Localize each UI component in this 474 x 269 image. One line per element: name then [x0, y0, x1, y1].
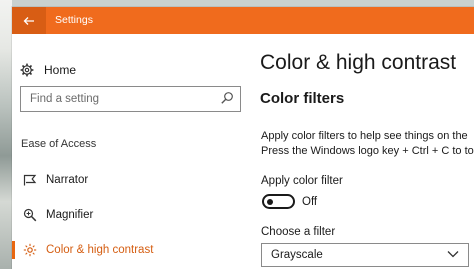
section-title: Color filters — [260, 90, 345, 107]
filter-dropdown[interactable]: Grayscale — [261, 243, 469, 267]
magnifier-icon — [12, 208, 46, 222]
content-pane: Color & high contrast Color filters Appl… — [248, 34, 474, 269]
desktop-wallpaper — [0, 0, 12, 269]
search-box[interactable] — [20, 86, 241, 112]
description-line: Press the Windows logo key + Ctrl + C to… — [261, 144, 474, 157]
sidebar-item-label: Magnifier — [46, 209, 94, 221]
back-arrow-icon — [23, 16, 34, 25]
gear-icon — [20, 63, 34, 77]
search-input[interactable] — [21, 87, 211, 110]
home-label: Home — [44, 63, 77, 77]
page-title: Color & high contrast — [260, 51, 457, 74]
chevron-down-icon — [447, 251, 459, 258]
section-heading: Ease of Access — [21, 138, 97, 150]
toggle-knob — [267, 198, 273, 205]
window-title: Settings — [55, 14, 93, 26]
apply-filter-label: Apply color filter — [261, 175, 343, 187]
navigation-pane: Home Ease of Access Narrator — [12, 34, 248, 269]
sidebar-item-color-high-contrast[interactable]: Color & high contrast — [12, 238, 248, 262]
settings-window: Settings Home Ease of Access — [12, 7, 474, 269]
description-line: Apply color filters to help see things o… — [261, 130, 468, 142]
narrator-icon — [12, 174, 46, 187]
description-text: Apply color filters to help see things o… — [261, 129, 474, 158]
home-nav-item[interactable]: Home — [20, 60, 76, 80]
sidebar-item-narrator[interactable]: Narrator — [12, 168, 248, 192]
apply-filter-toggle[interactable] — [262, 194, 295, 209]
back-button[interactable] — [12, 7, 46, 34]
sidebar-item-label: Color & high contrast — [46, 244, 154, 256]
toggle-state-label: Off — [302, 196, 318, 208]
filter-selected-value: Grayscale — [271, 249, 323, 261]
choose-filter-label: Choose a filter — [261, 226, 336, 238]
title-bar: Settings — [12, 7, 474, 34]
search-icon[interactable] — [220, 91, 234, 105]
sidebar-item-label: Narrator — [46, 174, 89, 186]
brightness-icon — [12, 243, 46, 257]
sidebar-item-magnifier[interactable]: Magnifier — [12, 203, 248, 227]
